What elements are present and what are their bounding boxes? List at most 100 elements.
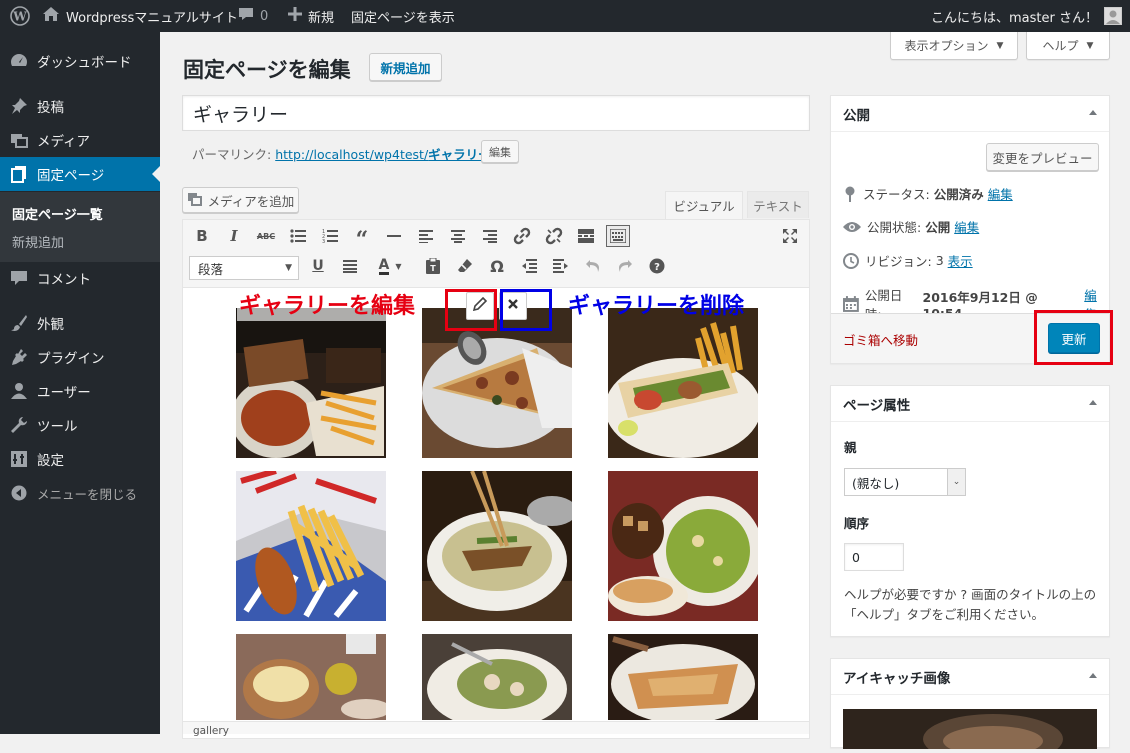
caret-down-icon: ▼ xyxy=(285,263,292,273)
account-menu[interactable]: こんにちは、master さん！ xyxy=(931,0,1122,32)
fullscreen-icon[interactable] xyxy=(778,225,802,247)
edit-visibility-link[interactable]: 編集 xyxy=(954,217,979,236)
redo-icon[interactable] xyxy=(613,255,637,277)
menu-media[interactable]: メディア xyxy=(0,123,160,157)
horizontal-line-button[interactable] xyxy=(382,225,406,247)
post-title-input[interactable]: ギャラリー xyxy=(182,95,810,131)
menu-appearance[interactable]: 外観 xyxy=(0,306,160,340)
edit-gallery-annotation: ギャラリーを編集 xyxy=(237,293,418,321)
add-media-button[interactable]: メディアを追加 xyxy=(182,187,299,213)
tab-visual[interactable]: ビジュアル xyxy=(665,191,743,219)
tab-text[interactable]: テキスト xyxy=(747,191,809,218)
insert-link-icon[interactable] xyxy=(510,225,534,247)
pin-icon xyxy=(9,96,29,116)
remove-link-icon[interactable] xyxy=(542,225,566,247)
menu-settings[interactable]: 設定 xyxy=(0,442,160,476)
move-to-trash-link[interactable]: ゴミ箱へ移動 xyxy=(843,330,918,349)
menu-comments[interactable]: コメント xyxy=(0,261,160,295)
settings-icon xyxy=(9,449,29,469)
text-color-button[interactable]: A ▼ xyxy=(370,255,410,277)
justify-button[interactable] xyxy=(338,255,362,277)
collapse-arrow-icon xyxy=(9,483,29,503)
featured-image-thumbnail[interactable] xyxy=(843,709,1097,753)
collapse-menu[interactable]: メニューを閉じる xyxy=(0,476,160,510)
featured-image-header[interactable]: アイキャッチ画像 xyxy=(831,659,1109,695)
submenu-all-pages[interactable]: 固定ページ一覧 xyxy=(12,204,103,223)
pages-icon xyxy=(9,164,29,184)
permalink-row: パーマリンク: http://localhost/wp4test/ギャラリー xyxy=(192,144,491,163)
preview-changes-button[interactable]: 変更をプレビュー xyxy=(986,143,1099,171)
menu-users[interactable]: ユーザー xyxy=(0,374,160,408)
numbered-list-button[interactable]: 123 xyxy=(318,225,342,247)
screen-options-button[interactable]: 表示オプション ▼ xyxy=(890,32,1018,60)
undo-icon[interactable] xyxy=(581,255,605,277)
menu-posts[interactable]: 投稿 xyxy=(0,89,160,123)
gallery-image xyxy=(236,308,386,458)
comments-count: 0 xyxy=(260,8,269,24)
svg-text:3: 3 xyxy=(322,239,325,243)
special-character-icon[interactable]: Ω xyxy=(485,255,509,277)
greeting: こんにちは、master さん！ xyxy=(931,10,1098,26)
underline-button[interactable]: U xyxy=(306,255,330,277)
align-left-button[interactable] xyxy=(414,225,438,247)
indent-icon[interactable] xyxy=(549,255,573,277)
toolbar-toggle-button[interactable] xyxy=(606,225,630,247)
add-new-button[interactable]: 新規追加 xyxy=(369,53,442,81)
site-name-link[interactable]: Wordpressマニュアルサイト xyxy=(42,0,238,32)
new-content-link[interactable]: 新規 xyxy=(288,0,334,32)
permalink-edit-button[interactable]: 編集 xyxy=(481,140,519,163)
clear-formatting-icon[interactable] xyxy=(453,255,477,277)
users-icon xyxy=(9,381,29,401)
read-more-button[interactable] xyxy=(574,225,598,247)
comments-link[interactable]: 0 xyxy=(238,0,268,32)
gallery-image xyxy=(608,471,758,621)
avatar xyxy=(1104,7,1122,25)
strikethrough-button[interactable]: ABC xyxy=(254,225,278,247)
status-row: ステータス: 公開済み 編集 xyxy=(843,184,1013,203)
view-page-link[interactable]: 固定ページを表示 xyxy=(351,0,455,32)
site-name: Wordpressマニュアルサイト xyxy=(66,10,238,26)
history-icon xyxy=(843,252,859,269)
edit-status-link[interactable]: 編集 xyxy=(988,184,1013,203)
bold-button[interactable]: B xyxy=(190,225,214,247)
admin-menu: ダッシュボード 投稿 メディア 固定ページ 固定ページ一覧 新規追加 コメント … xyxy=(0,32,160,734)
menu-dashboard[interactable]: ダッシュボード xyxy=(0,44,160,78)
parent-select[interactable]: (親なし) ⌄ xyxy=(844,468,966,496)
paste-text-icon[interactable]: T xyxy=(421,255,445,277)
editor-status-path: gallery xyxy=(183,721,809,737)
order-input[interactable]: 0 xyxy=(844,543,904,571)
bullet-list-button[interactable] xyxy=(286,225,310,247)
paintbrush-icon xyxy=(9,313,29,333)
italic-button[interactable]: I xyxy=(222,225,246,247)
gallery-image xyxy=(236,634,386,720)
comment-icon xyxy=(9,268,29,288)
align-center-button[interactable] xyxy=(446,225,470,247)
menu-tools[interactable]: ツール xyxy=(0,408,160,442)
permalink-link[interactable]: http://localhost/wp4test/ギャラリー xyxy=(275,144,490,163)
align-right-button[interactable] xyxy=(478,225,502,247)
wordpress-logo-icon[interactable]: W xyxy=(10,0,30,32)
help-tab-button[interactable]: ヘルプ ▼ xyxy=(1026,32,1110,60)
menu-plugins[interactable]: プラグイン xyxy=(0,340,160,374)
submenu-add-new[interactable]: 新規追加 xyxy=(12,232,64,251)
format-select[interactable]: 段落 ▼ xyxy=(189,256,299,280)
caret-down-icon: ▼ xyxy=(996,40,1004,51)
collapse-arrow-icon[interactable] xyxy=(1089,400,1097,405)
parent-label: 親 xyxy=(844,440,857,455)
caret-down-icon: ▼ xyxy=(1086,40,1094,51)
collapse-arrow-icon[interactable] xyxy=(1089,673,1097,678)
publish-header[interactable]: 公開 xyxy=(831,96,1109,132)
menu-pages[interactable]: 固定ページ xyxy=(0,157,160,191)
svg-text:T: T xyxy=(430,264,436,273)
delete-gallery-annotation: ギャラリーを削除 xyxy=(568,294,745,319)
view-revisions-link[interactable]: 表示 xyxy=(948,251,973,270)
blockquote-button[interactable]: “ xyxy=(350,225,374,253)
pin-icon xyxy=(845,186,855,202)
gallery-image xyxy=(236,471,386,621)
gallery-image xyxy=(608,634,758,720)
collapse-arrow-icon[interactable] xyxy=(1089,110,1097,115)
outdent-icon[interactable] xyxy=(517,255,541,277)
home-icon xyxy=(42,6,60,26)
page-attributes-header[interactable]: ページ属性 xyxy=(831,386,1109,422)
help-icon[interactable]: ? xyxy=(645,255,669,277)
